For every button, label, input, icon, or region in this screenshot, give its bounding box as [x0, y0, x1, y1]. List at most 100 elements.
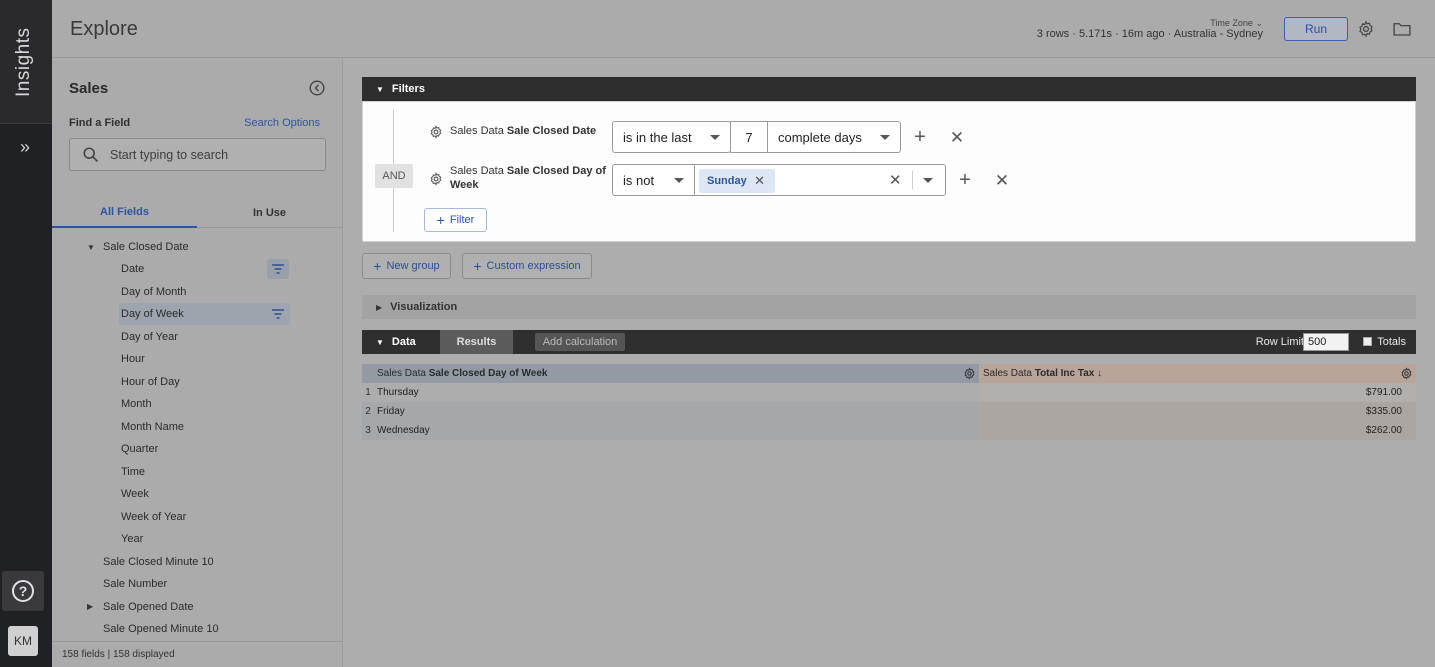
custom-expression-button[interactable]: + Custom expression: [462, 253, 592, 279]
field-month[interactable]: Month: [121, 393, 241, 415]
field-sale-opened-minute-10[interactable]: Sale Opened Minute 10: [103, 618, 303, 640]
filters-panel: AND Sales Data Sale Closed Date is in th…: [362, 101, 1416, 242]
field-group-sale-closed-date[interactable]: Sale Closed Date: [103, 236, 303, 258]
chevron-down-icon: [674, 178, 684, 183]
gear-icon[interactable]: [1357, 20, 1375, 38]
find-field-label: Find a Field: [69, 117, 131, 129]
field-year[interactable]: Year: [121, 528, 241, 550]
chip-label: Sunday: [707, 175, 747, 187]
column-header-measure[interactable]: Sales Data Total Inc Tax ↓: [980, 364, 1416, 383]
operator-value: is not: [623, 172, 655, 188]
operator-select[interactable]: is not: [612, 164, 695, 196]
plus-icon: +: [373, 258, 382, 274]
field-search: [69, 138, 326, 171]
filter-icon[interactable]: [267, 304, 289, 324]
gear-icon[interactable]: [963, 367, 976, 380]
field-day-of-year[interactable]: Day of Year: [121, 326, 241, 348]
folder-icon[interactable]: [1393, 21, 1411, 37]
filters-title: Filters: [391, 83, 425, 95]
gear-icon[interactable]: [1400, 367, 1413, 380]
close-icon[interactable]: ✕: [948, 128, 966, 146]
gear-icon[interactable]: [429, 172, 443, 186]
unit-select[interactable]: complete days: [767, 121, 901, 153]
chevron-down-icon: [710, 135, 720, 140]
help-button[interactable]: ?: [2, 571, 44, 611]
row-number: 2: [362, 402, 374, 421]
add-icon[interactable]: +: [911, 127, 929, 147]
value-chip-input[interactable]: Sunday ✕ ✕: [694, 164, 946, 196]
cell-total[interactable]: $262.00: [980, 421, 1416, 440]
field-day-of-week[interactable]: Day of Week: [119, 303, 290, 325]
page-title: Explore: [70, 18, 138, 40]
sort-desc-icon[interactable]: ↓: [1097, 368, 1102, 379]
run-button[interactable]: Run: [1284, 17, 1348, 41]
row-limit-input[interactable]: 500: [1303, 333, 1349, 351]
field-month-name[interactable]: Month Name: [121, 416, 241, 438]
results-table: Sales Data Sale Closed Day of Week Sales…: [362, 364, 1416, 440]
visualization-section-header[interactable]: ▶ Visualization: [362, 295, 1416, 319]
table-row: 1 Thursday $791.00: [362, 383, 1416, 402]
filters-section-header[interactable]: ▼ Filters: [362, 77, 1416, 101]
close-icon[interactable]: ✕: [993, 171, 1011, 189]
results-tab[interactable]: Results: [440, 330, 513, 354]
add-filter-button[interactable]: + Filter: [424, 208, 487, 232]
row-number: 3: [362, 421, 374, 440]
chevron-down-icon[interactable]: [923, 178, 933, 183]
search-input[interactable]: [110, 146, 310, 164]
field-sale-closed-minute-10[interactable]: Sale Closed Minute 10: [103, 551, 303, 573]
caret-right-icon[interactable]: ▶: [87, 602, 93, 611]
cell-day[interactable]: Thursday: [374, 383, 979, 402]
cell-day[interactable]: Friday: [374, 402, 979, 421]
filter-field-label: Sales Data Sale Closed Date: [450, 125, 597, 137]
filter-icon[interactable]: [267, 259, 289, 279]
and-connector[interactable]: AND: [375, 164, 413, 188]
value-chip: Sunday ✕: [699, 169, 775, 193]
totals-checkbox[interactable]: [1363, 337, 1372, 346]
field-picker: Sales Find a Field Search Options All Fi…: [52, 58, 343, 667]
table-row: 3 Wednesday $262.00: [362, 421, 1416, 440]
plus-icon: +: [436, 212, 445, 228]
cell-total[interactable]: $791.00: [980, 383, 1416, 402]
caret-down-icon: ▼: [376, 84, 384, 94]
field-week[interactable]: Week: [121, 483, 241, 505]
expand-rail-icon[interactable]: »: [12, 134, 38, 160]
tab-all-fields[interactable]: All Fields: [52, 198, 197, 228]
number-input[interactable]: 7: [730, 121, 768, 153]
app-rail: Insights » ? KM: [0, 0, 52, 667]
page-header: Explore Time Zone ⌄ 3 rows · 5.171s · 16…: [52, 0, 1435, 58]
new-group-button[interactable]: + New group: [362, 253, 451, 279]
field-hour[interactable]: Hour: [121, 348, 241, 370]
avatar[interactable]: KM: [8, 626, 38, 656]
search-options-link[interactable]: Search Options: [244, 117, 320, 129]
column-header-dimension[interactable]: Sales Data Sale Closed Day of Week: [362, 364, 979, 383]
caret-right-icon: ▶: [376, 302, 383, 312]
add-calculation-button[interactable]: Add calculation: [535, 333, 625, 351]
chevron-down-icon: ⌄: [1255, 18, 1263, 28]
field-time[interactable]: Time: [121, 461, 241, 483]
timezone-label: Time Zone: [1210, 18, 1253, 28]
data-tab[interactable]: ▼ Data: [362, 330, 440, 354]
table-header: Sales Data Sale Closed Day of Week Sales…: [362, 364, 1416, 383]
add-icon[interactable]: +: [956, 170, 974, 190]
visualization-title: Visualization: [390, 301, 458, 313]
field-date[interactable]: Date: [121, 258, 241, 280]
field-quarter[interactable]: Quarter: [121, 438, 241, 460]
divider: [912, 171, 913, 189]
cell-total[interactable]: $335.00: [980, 402, 1416, 421]
chevron-down-icon: [880, 135, 890, 140]
filter-field-label: Sales Data Sale Closed Day of Week: [450, 165, 606, 191]
field-week-of-year[interactable]: Week of Year: [121, 506, 241, 528]
plus-icon: +: [473, 258, 482, 274]
collapse-panel-icon[interactable]: [309, 80, 325, 96]
cell-day[interactable]: Wednesday: [374, 421, 979, 440]
field-day-of-month[interactable]: Day of Month: [121, 281, 241, 303]
clear-icon[interactable]: ✕: [889, 171, 902, 189]
field-hour-of-day[interactable]: Hour of Day: [121, 371, 241, 393]
caret-down-icon[interactable]: ▼: [87, 243, 95, 252]
remove-chip-icon[interactable]: ✕: [754, 173, 765, 189]
gear-icon[interactable]: [429, 125, 443, 139]
field-sale-number[interactable]: Sale Number: [103, 573, 303, 595]
operator-select[interactable]: is in the last: [612, 121, 731, 153]
tab-in-use[interactable]: In Use: [197, 198, 342, 228]
field-group-sale-opened-date[interactable]: Sale Opened Date: [103, 596, 303, 618]
